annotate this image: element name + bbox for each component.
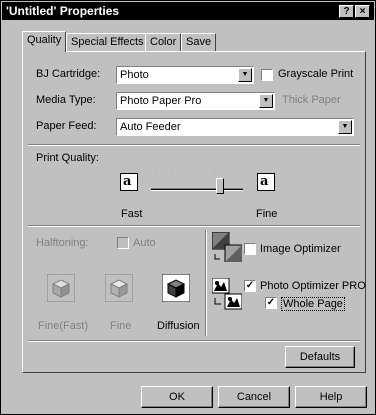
- grayscale-label: Grayscale Print: [278, 68, 354, 80]
- image-optimizer-icon: [211, 231, 243, 263]
- paper-feed-label: Paper Feed:: [36, 120, 97, 132]
- photo-optimizer-icon: [211, 277, 243, 310]
- halftone-fine-label: Fine: [110, 320, 132, 332]
- grayscale-checkbox[interactable]: [261, 69, 273, 81]
- thick-paper-label: Thick Paper: [282, 94, 341, 106]
- dropdown-arrow-icon[interactable]: ▼: [259, 94, 273, 108]
- tab-quality[interactable]: Quality: [22, 31, 67, 52]
- cartridge-select[interactable]: Photo ▼: [116, 66, 254, 84]
- ok-button[interactable]: OK: [141, 386, 213, 408]
- fine-quality-icon: a: [257, 173, 275, 191]
- fast-label: Fast: [121, 208, 143, 220]
- quality-slider-track[interactable]: [151, 188, 243, 191]
- quality-panel: BJ Cartridge: Photo ▼ Grayscale Print Me…: [22, 51, 366, 373]
- halftoning-label: Halftoning:: [36, 237, 89, 249]
- window-title: 'Untitled' Properties: [6, 4, 120, 18]
- print-quality-label: Print Quality:: [36, 152, 99, 164]
- media-type-label: Media Type:: [36, 94, 96, 106]
- fine-label: Fine: [256, 208, 278, 220]
- halftone-fine-icon[interactable]: [104, 273, 134, 303]
- whole-page-label: Whole Page: [281, 297, 345, 311]
- divider: [28, 144, 360, 146]
- photo-optimizer-label: Photo Optimizer PRO: [260, 280, 366, 292]
- divider: [28, 225, 360, 227]
- halftone-fine-fast-label: Fine(Fast): [38, 320, 89, 332]
- help-button[interactable]: Help: [295, 386, 367, 408]
- auto-checkbox[interactable]: [117, 237, 129, 249]
- tab-special-effects[interactable]: Special Effects: [66, 33, 149, 51]
- halftone-fine-fast-icon[interactable]: [46, 273, 76, 303]
- paper-feed-select[interactable]: Auto Feeder ▼: [116, 118, 354, 136]
- cartridge-label: BJ Cartridge:: [36, 68, 101, 80]
- tab-color[interactable]: Color: [145, 33, 182, 51]
- title-bar[interactable]: 'Untitled' Properties ? ×: [2, 2, 374, 20]
- dropdown-arrow-icon[interactable]: ▼: [238, 68, 252, 82]
- auto-label: Auto: [133, 237, 156, 249]
- quality-slider-thumb[interactable]: [216, 178, 224, 194]
- image-optimizer-checkbox[interactable]: [244, 243, 256, 255]
- defaults-button[interactable]: Defaults: [285, 346, 355, 368]
- halftone-diffusion-label: Diffusion: [157, 320, 200, 332]
- vertical-divider: [205, 230, 207, 336]
- help-title-button[interactable]: ?: [339, 5, 354, 18]
- divider: [28, 340, 360, 342]
- dropdown-arrow-icon[interactable]: ▼: [338, 120, 352, 134]
- halftone-diffusion-icon[interactable]: [161, 273, 191, 303]
- image-optimizer-label: Image Optimizer: [260, 243, 341, 255]
- media-type-select[interactable]: Photo Paper Pro ▼: [116, 92, 275, 110]
- properties-dialog: 'Untitled' Properties ? × Quality Specia…: [0, 0, 376, 415]
- cancel-button[interactable]: Cancel: [218, 386, 290, 408]
- tab-save[interactable]: Save: [181, 33, 217, 51]
- close-button[interactable]: ×: [355, 5, 370, 18]
- fast-quality-icon: a: [120, 173, 138, 191]
- photo-optimizer-checkbox[interactable]: ✓: [244, 280, 256, 292]
- whole-page-checkbox[interactable]: ✓: [265, 297, 277, 309]
